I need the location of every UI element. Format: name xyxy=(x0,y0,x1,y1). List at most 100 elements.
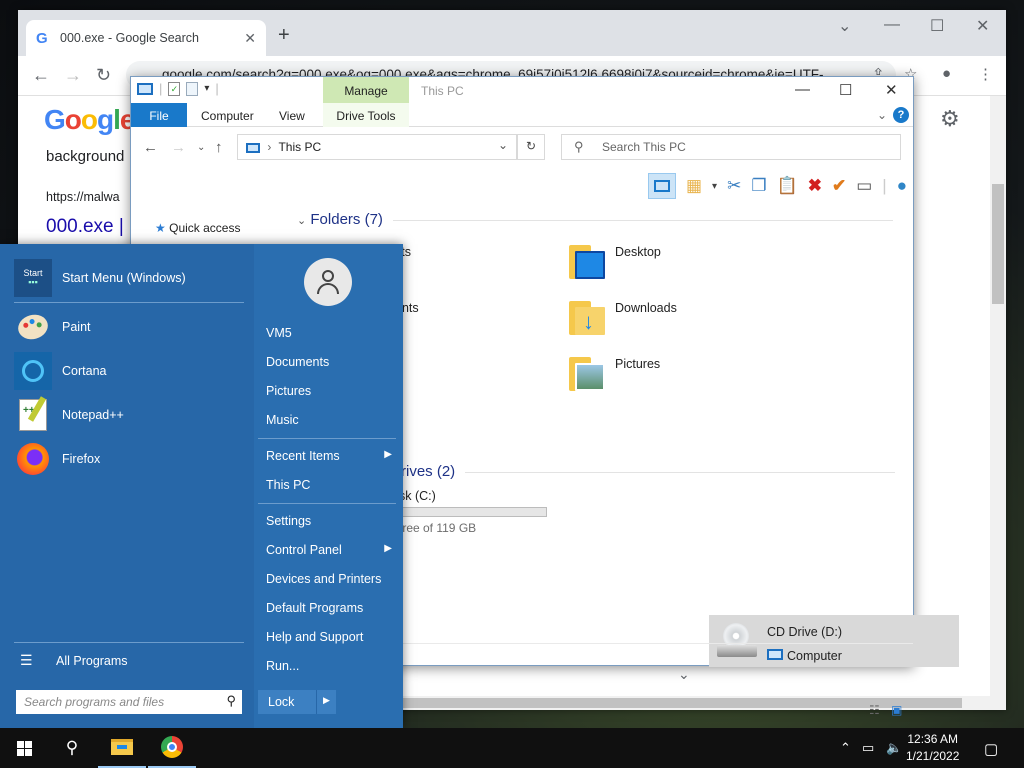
new-tab-button[interactable]: + xyxy=(278,24,290,47)
paste-icon[interactable]: 📋 xyxy=(777,176,798,196)
place-user[interactable]: VM5 xyxy=(266,326,396,340)
taskbar-search-icon[interactable]: ⚲ xyxy=(48,728,96,768)
network-icon[interactable]: ▭ xyxy=(862,740,874,756)
list-icon: ☰ xyxy=(20,652,33,668)
place-pictures[interactable]: Pictures xyxy=(266,384,396,398)
drives-section-header[interactable]: rives (2) xyxy=(401,463,455,480)
place-music[interactable]: Music xyxy=(266,413,396,427)
explorer-maximize-button[interactable]: ☐ xyxy=(839,81,852,99)
place-run[interactable]: Run... xyxy=(266,659,396,673)
place-help-support[interactable]: Help and Support xyxy=(266,630,396,644)
computer-icon xyxy=(137,82,153,95)
place-recent-items[interactable]: Recent Items ▶ xyxy=(266,449,396,463)
properties-icon[interactable]: ✓ xyxy=(168,81,181,96)
google-logo[interactable]: Google xyxy=(44,104,135,136)
recent-locations-icon[interactable]: ⌄ xyxy=(197,142,205,153)
details-view-icon[interactable]: ☷ xyxy=(869,703,880,717)
result-title-link[interactable]: 000.exe | xyxy=(46,216,124,238)
close-button[interactable]: ✕ xyxy=(976,16,989,36)
place-documents[interactable]: Documents xyxy=(266,355,396,369)
start-search-input[interactable]: Search programs and files ⚲ xyxy=(16,690,242,714)
program-firefox[interactable]: Firefox xyxy=(14,439,244,479)
copy-icon[interactable]: ❐ xyxy=(751,176,766,196)
address-dropdown-icon[interactable]: ⌄ xyxy=(498,138,508,152)
program-paint[interactable]: Paint xyxy=(14,307,244,347)
tab-drive-tools[interactable]: Drive Tools xyxy=(323,103,409,127)
explorer-refresh-button[interactable]: ↻ xyxy=(517,134,545,160)
explorer-search-input[interactable]: ⚲ Search This PC xyxy=(561,134,901,160)
new-item-icon[interactable]: ▦ xyxy=(686,176,702,196)
taskbar-clock[interactable]: 12:36 AM 1/21/2022 xyxy=(906,731,959,765)
forward-icon[interactable]: → xyxy=(64,65,82,86)
horizontal-scrollbar[interactable] xyxy=(402,696,1006,710)
tab-close-icon[interactable]: ✕ xyxy=(244,30,256,47)
preview-pane-icon[interactable] xyxy=(647,173,676,199)
delete-icon[interactable]: ✖ xyxy=(808,176,822,196)
properties-card-icon[interactable]: ▭ xyxy=(856,176,872,196)
drive-local-disk[interactable]: sk (C:) free of 119 GB xyxy=(399,489,559,539)
new-item-dropdown-icon[interactable]: ▾ xyxy=(712,181,717,192)
new-folder-icon[interactable] xyxy=(186,81,199,96)
place-settings[interactable]: Settings xyxy=(266,514,396,528)
browser-tab[interactable]: G 000.exe - Google Search ✕ xyxy=(26,20,266,56)
lock-button[interactable]: Lock ▶ xyxy=(258,690,336,714)
folders-section-header[interactable]: ⌄ Folders (7) xyxy=(297,211,383,228)
program-cortana[interactable]: Cortana xyxy=(14,351,244,391)
folder-label: Desktop xyxy=(615,245,661,259)
tab-view[interactable]: View xyxy=(269,103,315,127)
pictures-folder-icon xyxy=(569,353,605,393)
maximize-button[interactable]: ☐ xyxy=(930,16,944,36)
large-icons-view-icon[interactable]: ▣ xyxy=(891,703,902,717)
start-button[interactable] xyxy=(0,728,48,768)
minimize-button[interactable]: — xyxy=(884,16,900,34)
show-hidden-icons-icon[interactable]: ⌃ xyxy=(840,740,851,756)
notifications-icon[interactable]: ▢ xyxy=(984,740,998,758)
cut-icon[interactable]: ✂ xyxy=(727,176,741,196)
scroll-thumb[interactable] xyxy=(992,184,1004,304)
place-this-pc[interactable]: This PC xyxy=(266,478,396,492)
rename-check-icon[interactable]: ✔ xyxy=(832,176,846,196)
chrome-icon xyxy=(161,736,183,758)
back-icon[interactable]: ← xyxy=(32,65,50,86)
explorer-minimize-button[interactable]: — xyxy=(795,81,810,98)
navigation-pane-item[interactable]: ★ Quick access xyxy=(155,221,240,235)
folder-desktop[interactable]: Desktop xyxy=(569,241,769,287)
reload-icon[interactable]: ↻ xyxy=(96,65,111,86)
start-menu-icon: Start ▪▪▪ xyxy=(14,259,52,297)
expand-ribbon-icon[interactable]: ⌄ xyxy=(877,108,887,122)
tab-computer[interactable]: Computer xyxy=(191,103,264,127)
result-url[interactable]: https://malwa xyxy=(46,190,120,204)
help-icon[interactable]: ? xyxy=(893,107,909,123)
up-icon[interactable]: ↑ xyxy=(215,139,223,156)
all-programs-button[interactable]: ☰ All Programs xyxy=(20,652,240,672)
place-devices-printers[interactable]: Devices and Printers xyxy=(266,572,396,586)
taskbar-file-explorer[interactable] xyxy=(98,728,146,768)
network-globe-icon[interactable]: ● xyxy=(897,176,907,196)
explorer-address-bar[interactable]: › This PC ⌄ xyxy=(237,134,517,160)
profile-icon[interactable]: ● xyxy=(942,65,951,82)
lock-label: Lock xyxy=(268,695,295,709)
lock-options-arrow-icon[interactable]: ▶ xyxy=(316,690,336,714)
vertical-scrollbar[interactable] xyxy=(990,96,1006,696)
explorer-forward-icon[interactable]: → xyxy=(171,139,186,156)
chevron-down-icon[interactable]: ⌄ xyxy=(838,16,851,36)
menu-icon[interactable]: ⋮ xyxy=(978,65,993,83)
program-start-menu[interactable]: Start ▪▪▪ Start Menu (Windows) xyxy=(14,258,244,298)
page-chevron-down-icon[interactable]: ⌄ xyxy=(678,666,690,683)
program-notepad-plus-plus[interactable]: ++ Notepad++ xyxy=(14,395,244,435)
quick-access-label: Quick access xyxy=(169,221,241,235)
explorer-close-button[interactable]: ✕ xyxy=(885,81,898,99)
user-avatar-icon[interactable] xyxy=(304,258,352,306)
folder-downloads[interactable]: ↓ Downloads xyxy=(569,297,769,343)
place-default-programs[interactable]: Default Programs xyxy=(266,601,396,615)
place-control-panel[interactable]: Control Panel ▶ xyxy=(266,543,396,557)
customize-qat-icon[interactable]: ▾ xyxy=(204,83,209,94)
explorer-title: This PC xyxy=(421,84,464,98)
volume-muted-icon[interactable]: 🔈 xyxy=(886,740,902,756)
folder-pictures[interactable]: Pictures xyxy=(569,353,769,399)
settings-gear-icon[interactable]: ⚙ xyxy=(940,106,960,132)
all-programs-label: All Programs xyxy=(56,654,128,668)
tab-file[interactable]: File xyxy=(131,103,187,127)
explorer-back-icon[interactable]: ← xyxy=(143,139,158,156)
taskbar-chrome[interactable] xyxy=(148,728,196,768)
